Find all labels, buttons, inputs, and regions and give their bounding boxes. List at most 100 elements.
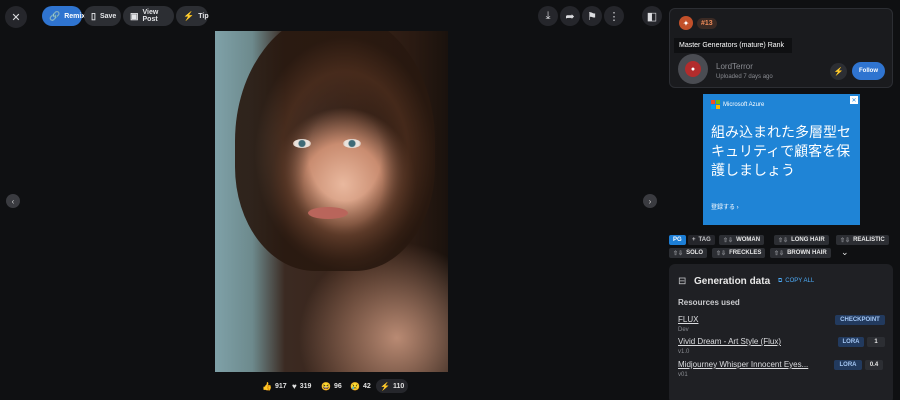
main-image <box>215 31 448 372</box>
reaction-heart[interactable]: ♥ 319 <box>292 379 311 393</box>
share-button[interactable]: ➦ <box>560 6 580 26</box>
tip-button[interactable]: ⚡ Tip <box>176 6 209 26</box>
report-button[interactable]: ⚑ <box>582 6 602 26</box>
ad-brand: Microsoft Azure <box>711 100 764 109</box>
follow-button[interactable]: Follow <box>852 62 885 80</box>
rank-icon: ✦ <box>679 16 693 30</box>
ad-copy: 組み込まれた多層型セキュリティで顧客を保護しましょう <box>711 125 851 179</box>
resource-type-badge: LORA <box>838 337 864 347</box>
flag-icon: ⚑ <box>587 10 597 23</box>
bolt-icon: ⚡ <box>183 10 195 21</box>
resource-version: v01 <box>678 372 688 378</box>
rank-number: #13 <box>697 17 717 29</box>
vote-icon: ⇧⇩ <box>840 237 851 244</box>
reaction-count: 917 <box>274 382 287 390</box>
prev-image-button[interactable]: ‹ <box>6 194 20 208</box>
tag-label: REALISTIC <box>853 237 885 243</box>
vote-icon: ⇧⇩ <box>778 237 789 244</box>
copy-all-label: COPY ALL <box>785 278 815 284</box>
plus-icon: + <box>692 237 696 243</box>
bolt-icon: ⚡ <box>380 381 390 391</box>
tag-realistic[interactable]: ⇧⇩ REALISTIC <box>836 235 889 245</box>
tag-label: SOLO <box>686 250 704 256</box>
download-icon: ⤓ <box>545 9 551 22</box>
tag-label: LONG HAIR <box>791 237 825 243</box>
ad-cta[interactable]: 登録する › <box>711 202 739 211</box>
resource-version: Dev <box>678 327 689 333</box>
tag-label: BROWN HAIR <box>787 250 827 256</box>
heart-icon: ♥ <box>292 381 297 391</box>
reaction-count: 319 <box>299 382 312 390</box>
eye-avatar-icon: ● <box>685 61 701 77</box>
add-tag-button[interactable]: + TAG <box>688 235 715 245</box>
view-post-button[interactable]: ▣ View Post <box>123 6 174 26</box>
tag-label: FRECKLES <box>729 250 762 256</box>
creator-name[interactable]: LordTerror <box>716 62 753 71</box>
tag-freckles[interactable]: ⇧⇩ FRECKLES <box>712 248 766 258</box>
microsoft-logo-icon <box>711 100 720 109</box>
resource-version: v1.0 <box>678 349 690 355</box>
resource-type-badge: CHECKPOINT <box>835 315 885 325</box>
vote-icon: ⇧⇩ <box>774 250 785 257</box>
upload-time: Uploaded 7 days ago <box>716 74 773 80</box>
reaction-cry[interactable]: 😢 42 <box>350 379 371 393</box>
image-icon: ▣ <box>130 10 139 21</box>
view-post-label: View Post <box>142 9 159 23</box>
resource-link[interactable]: FLUX <box>678 315 698 324</box>
thumbs-up-icon: 👍 <box>262 381 272 391</box>
ad-brand-text: Microsoft Azure <box>723 101 765 108</box>
save-button[interactable]: ▯ Save <box>84 6 121 26</box>
expand-tags-chevron-down-icon[interactable]: ⌄ <box>841 247 849 258</box>
avatar[interactable]: ● <box>678 54 708 84</box>
close-icon: ✕ <box>11 11 21 24</box>
chevron-left-icon: ‹ <box>11 196 15 206</box>
resources-title: Resources used <box>678 298 740 307</box>
ad-banner[interactable]: Microsoft Azure 組み込まれた多層型セキュリティで顧客を保護しまし… <box>703 94 860 225</box>
vote-icon: ⇧⇩ <box>716 250 727 257</box>
more-icon: ⋮ <box>608 10 620 23</box>
reaction-count: 42 <box>362 382 371 390</box>
next-image-button[interactable]: › <box>643 194 657 208</box>
bolt-icon: ⚡ <box>833 67 844 76</box>
tag-brown-hair[interactable]: ⇧⇩ BROWN HAIR <box>770 248 831 258</box>
reaction-count: 110 <box>392 382 405 390</box>
remix-icon: 🔗 <box>49 10 61 21</box>
toggle-sidebar-button[interactable]: ◧ <box>642 6 662 26</box>
reaction-laugh[interactable]: 😆 96 <box>321 379 342 393</box>
vote-icon: ⇧⇩ <box>673 250 684 257</box>
rank-tooltip: Master Generators (mature) Rank <box>674 38 792 53</box>
reaction-like[interactable]: 👍 917 <box>262 379 287 393</box>
sidebar-icon: ◧ <box>646 10 658 23</box>
tip-label: Tip <box>198 12 209 20</box>
tag-long-hair[interactable]: ⇧⇩ LONG HAIR <box>774 235 829 245</box>
tag-solo[interactable]: ⇧⇩ SOLO <box>669 248 708 258</box>
remix-label: Remix <box>64 12 86 20</box>
resource-link[interactable]: Vivid Dream - Art Style (Flux) <box>678 337 781 346</box>
laugh-icon: 😆 <box>321 381 331 391</box>
rank-badge: ✦ #13 <box>679 16 717 30</box>
remix-button[interactable]: 🔗 Remix <box>42 6 86 26</box>
copy-icon: ⧉ <box>778 278 783 284</box>
image-eye-left <box>293 139 311 148</box>
cry-icon: 😢 <box>350 381 360 391</box>
copy-all-button[interactable]: ⧉ COPY ALL <box>778 278 814 285</box>
vote-icon: ⇧⇩ <box>723 237 734 244</box>
tag-woman[interactable]: ⇧⇩ WOMAN <box>719 235 765 245</box>
download-button[interactable]: ⤓ <box>538 6 558 26</box>
tip-creator-button[interactable]: ⚡ <box>830 63 847 80</box>
add-tag-label: TAG <box>698 237 711 243</box>
ad-close-icon[interactable]: ✕ <box>850 96 858 104</box>
image-hair <box>235 31 435 271</box>
close-button[interactable]: ✕ <box>5 6 27 28</box>
resource-link[interactable]: Midjourney Whisper Innocent Eyes... <box>678 360 808 369</box>
save-label: Save <box>99 12 117 20</box>
more-button[interactable]: ⋮ <box>604 6 624 26</box>
share-icon: ➦ <box>565 10 575 23</box>
reaction-count: 96 <box>333 382 342 390</box>
rating-tag: PG <box>669 235 686 245</box>
reaction-bolt[interactable]: ⚡ 110 <box>376 379 409 393</box>
tag-label: WOMAN <box>736 237 761 243</box>
chevron-right-icon: › <box>648 196 652 206</box>
resource-weight: 0.4 <box>865 360 883 370</box>
image-eye-right <box>343 139 361 148</box>
